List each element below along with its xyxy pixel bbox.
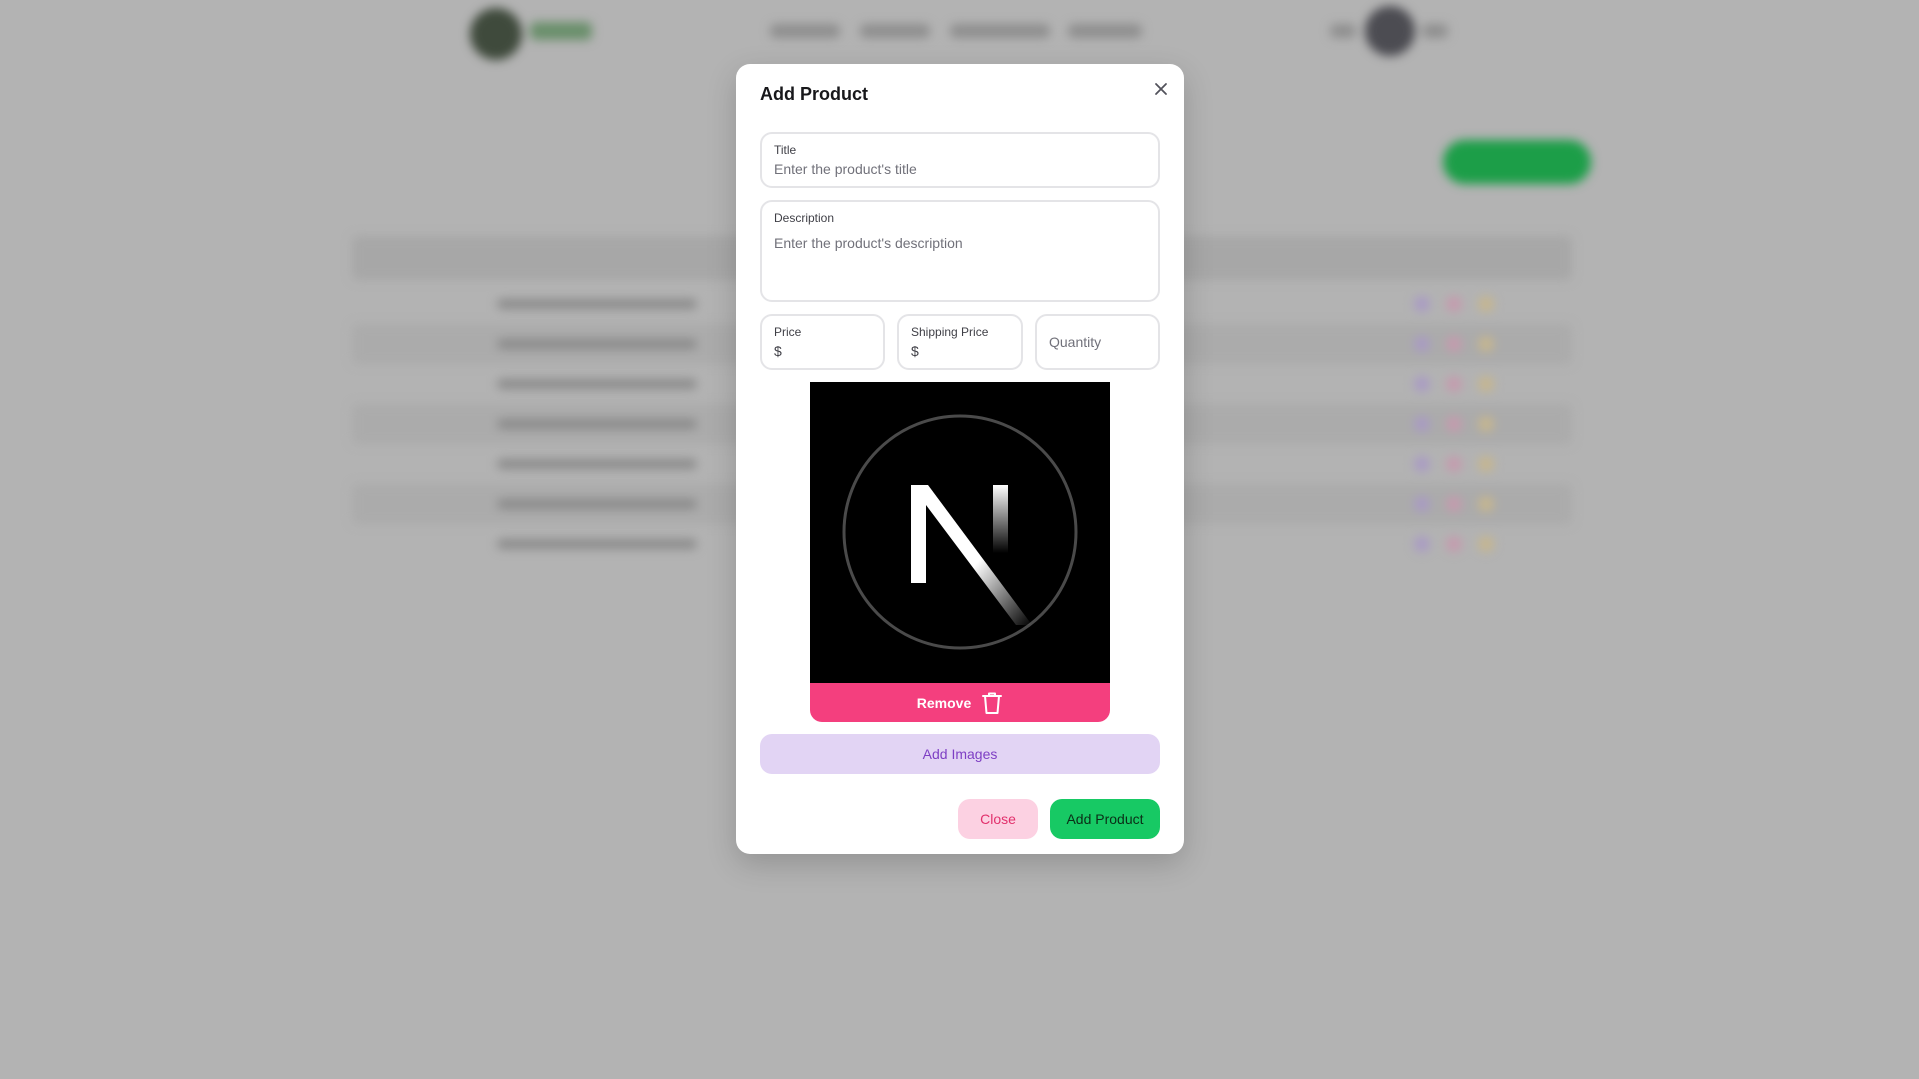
quantity-input[interactable]: Quantity (1035, 314, 1160, 370)
add-product-submit-button[interactable]: Add Product (1050, 799, 1160, 839)
title-label: Title (774, 143, 797, 157)
description-textarea[interactable]: Description Enter the product's descript… (760, 200, 1160, 302)
background-nav-link (1068, 24, 1142, 38)
remove-image-label: Remove (916, 694, 972, 711)
shipping-price-label: Shipping Price (911, 325, 989, 339)
quantity-placeholder: Quantity (1049, 334, 1102, 350)
background-nav-icon (1422, 24, 1448, 38)
remove-image-button[interactable]: Remove (810, 683, 1110, 722)
product-image-card: Remove (810, 382, 1110, 722)
background-nav-icon (1330, 24, 1356, 38)
price-currency-prefix: $ (774, 343, 782, 359)
close-button[interactable]: Close (958, 799, 1038, 839)
background-logo (470, 8, 522, 60)
add-product-modal: Add Product Title Enter the product's ti… (736, 64, 1184, 854)
close-icon[interactable] (1150, 78, 1172, 100)
background-nav-link (950, 24, 1050, 38)
add-images-button[interactable]: Add Images (760, 734, 1160, 774)
price-input[interactable]: Price $ (760, 314, 885, 370)
title-input[interactable]: Title Enter the product's title (760, 132, 1160, 188)
description-label: Description (774, 211, 835, 225)
background-avatar (1365, 6, 1415, 56)
product-image (810, 382, 1110, 683)
background-nav-link (770, 24, 840, 38)
background-nav-link (860, 24, 930, 38)
trash-icon (981, 691, 1003, 715)
background-logo-text (530, 22, 592, 40)
price-label: Price (774, 325, 802, 339)
modal-title: Add Product (760, 84, 868, 104)
shipping-price-currency-prefix: $ (911, 343, 919, 359)
description-placeholder: Enter the product's description (774, 235, 963, 251)
shipping-price-input[interactable]: Shipping Price $ (897, 314, 1023, 370)
title-placeholder: Enter the product's title (774, 161, 917, 177)
background-add-button (1443, 140, 1591, 184)
background-navbar (0, 0, 1919, 64)
